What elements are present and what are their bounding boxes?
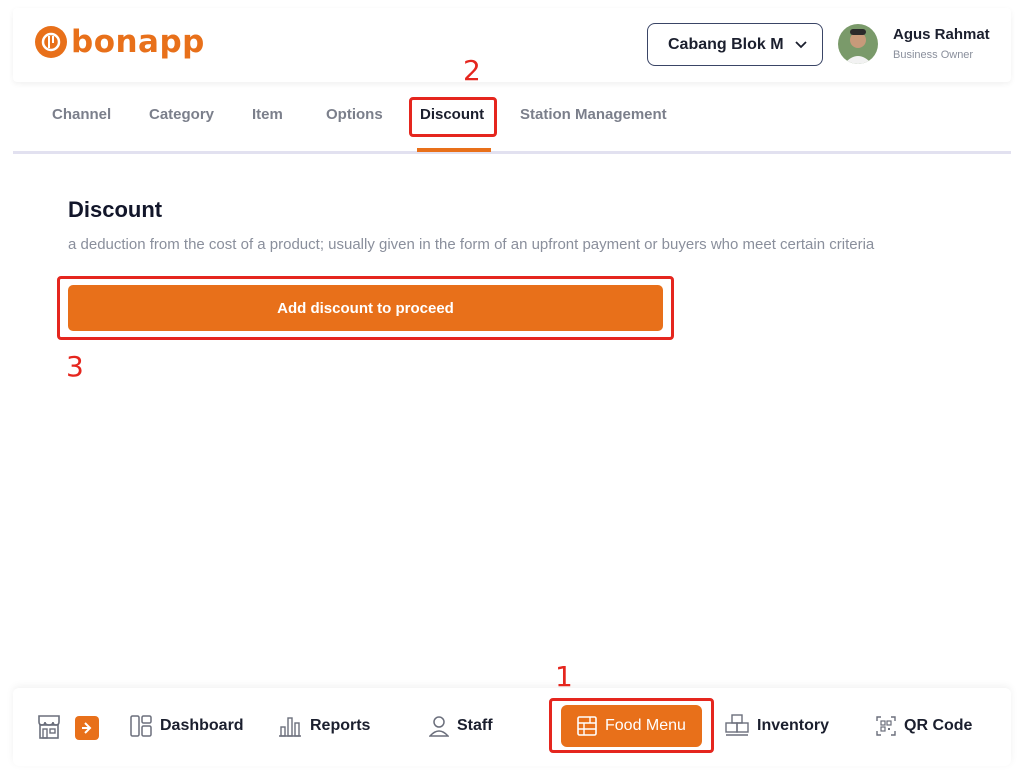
page: bonapp Cabang Blok M Agus Rahmat Busines… <box>0 0 1024 775</box>
bar-chart-icon <box>279 717 301 737</box>
tab-item[interactable]: Item <box>252 106 283 123</box>
user-role: Business Owner <box>893 49 974 61</box>
active-tab-indicator <box>417 148 491 152</box>
tab-channel[interactable]: Channel <box>52 106 111 123</box>
tab-category[interactable]: Category <box>149 106 214 123</box>
annotation-marker-1: 1 <box>555 660 573 693</box>
arrow-right-icon <box>82 722 92 734</box>
chevron-down-icon <box>795 40 807 48</box>
expand-sidebar-button[interactable] <box>75 716 99 740</box>
nav-qr-code[interactable]: QR Code <box>876 712 972 740</box>
user-icon <box>429 716 449 737</box>
nav-staff[interactable]: Staff <box>429 712 493 740</box>
bottom-navigation: Dashboard Reports Staff Food Menu Invent… <box>13 688 1011 766</box>
boxes-icon <box>725 714 749 736</box>
nav-staff-label: Staff <box>457 717 493 734</box>
tab-station-management[interactable]: Station Management <box>520 106 667 123</box>
nav-food-menu[interactable]: Food Menu <box>561 705 702 747</box>
top-header: bonapp Cabang Blok M Agus Rahmat Busines… <box>13 8 1011 82</box>
nav-dashboard[interactable]: Dashboard <box>130 712 244 740</box>
annotation-marker-3: 3 <box>66 350 84 383</box>
nav-inventory[interactable]: Inventory <box>725 712 829 740</box>
nav-dashboard-label: Dashboard <box>160 717 244 734</box>
branch-selector[interactable]: Cabang Blok M <box>647 23 823 66</box>
nav-qr-code-label: QR Code <box>904 717 973 734</box>
logo-text: bonapp <box>71 24 205 60</box>
add-discount-button[interactable]: Add discount to proceed <box>68 285 663 331</box>
tab-bar: Channel Category Item Options Discount S… <box>13 90 1011 154</box>
qr-code-icon <box>876 716 896 736</box>
page-title: Discount <box>68 197 163 222</box>
bonapp-logo[interactable]: bonapp <box>35 24 205 60</box>
annotation-marker-2: 2 <box>463 54 481 87</box>
page-description: a deduction from the cost of a product; … <box>68 236 875 253</box>
nav-reports[interactable]: Reports <box>278 712 370 740</box>
logo-mark-icon <box>35 26 67 58</box>
store-icon[interactable] <box>37 714 61 745</box>
nav-food-menu-label: Food Menu <box>605 717 686 734</box>
branch-selector-label: Cabang Blok M <box>668 35 784 53</box>
avatar[interactable] <box>838 24 878 64</box>
dashboard-icon <box>130 715 152 737</box>
tab-discount[interactable]: Discount <box>420 106 484 123</box>
nav-inventory-label: Inventory <box>757 717 830 734</box>
tab-options[interactable]: Options <box>326 106 383 123</box>
menu-icon <box>577 716 597 736</box>
nav-reports-label: Reports <box>310 717 371 734</box>
user-name: Agus Rahmat <box>893 26 990 43</box>
